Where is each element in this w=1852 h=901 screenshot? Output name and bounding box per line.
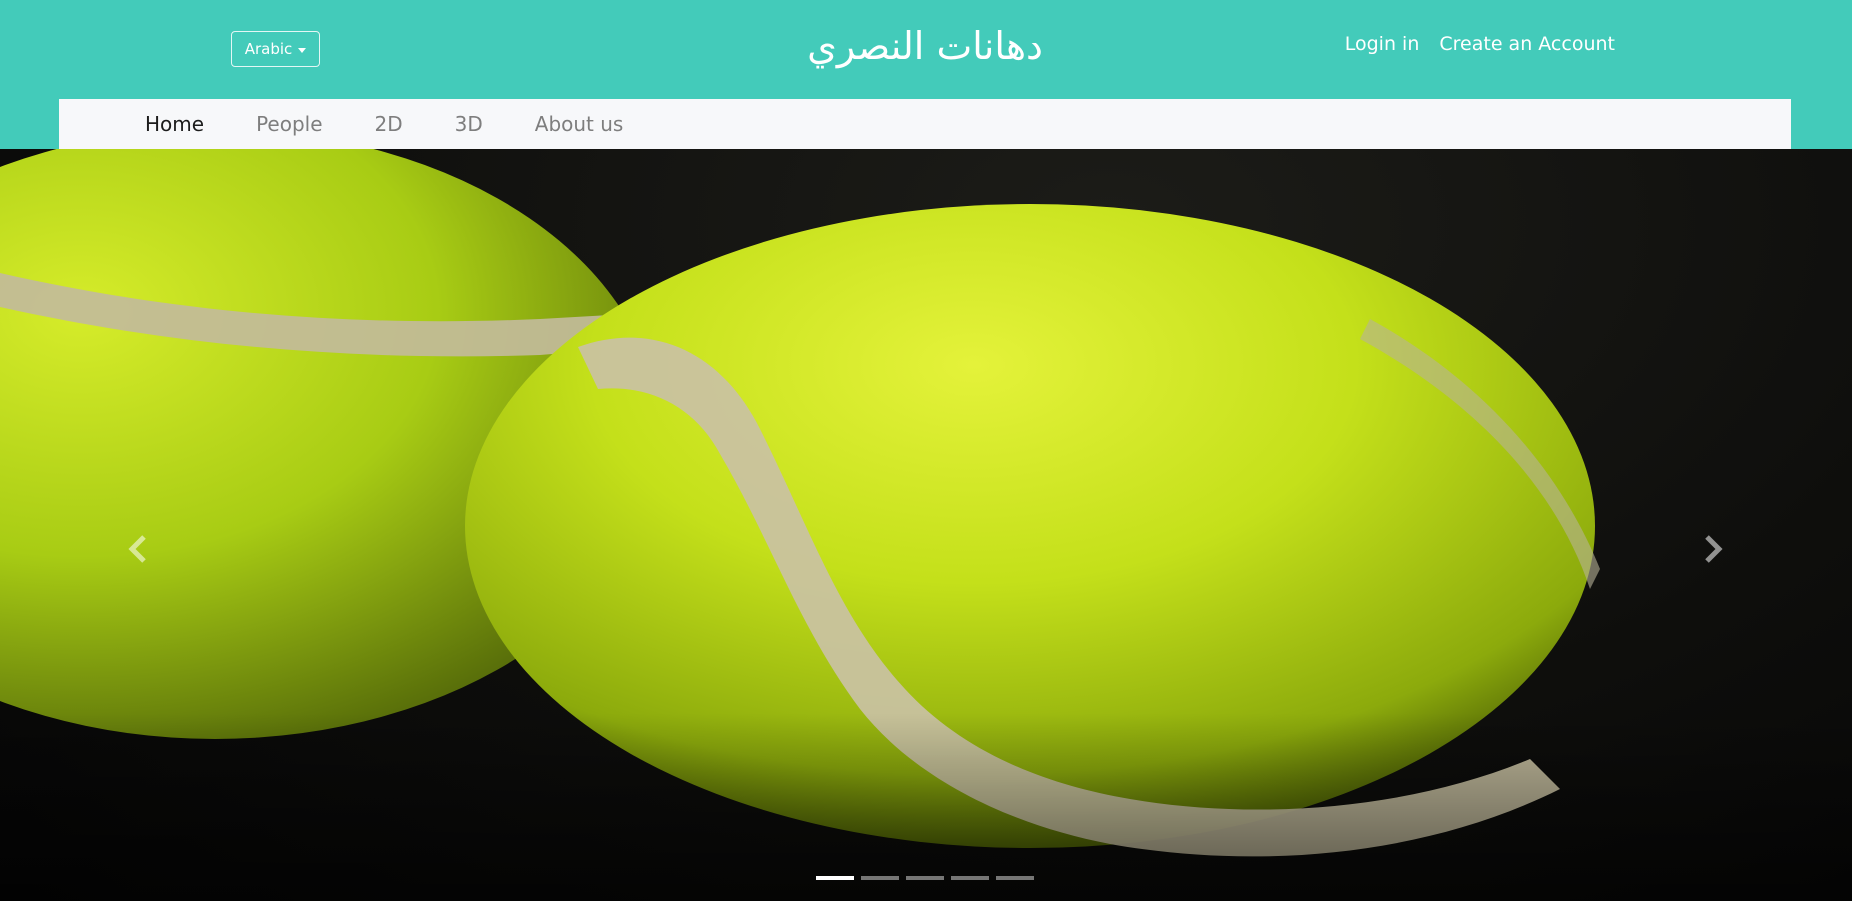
carousel-indicator-5[interactable] <box>996 876 1034 880</box>
language-dropdown-button[interactable]: Arabic <box>231 31 320 67</box>
carousel-indicator-4[interactable] <box>951 876 989 880</box>
nav-item-home[interactable]: Home <box>145 112 204 136</box>
auth-links: Login in Create an Account <box>1345 30 1615 58</box>
chevron-left-icon <box>128 535 146 563</box>
carousel-indicator-2[interactable] <box>861 876 899 880</box>
nav-item-people[interactable]: People <box>256 112 322 136</box>
nav-item-3d[interactable]: 3D <box>455 112 483 136</box>
carousel-prev-control[interactable] <box>108 509 168 589</box>
image-carousel <box>0 149 1852 901</box>
tennis-balls-slide-image <box>0 149 1852 901</box>
nav-item-2d[interactable]: 2D <box>375 112 403 136</box>
carousel-next-control[interactable] <box>1683 509 1743 589</box>
carousel-indicators <box>816 876 1034 880</box>
carousel-indicator-3[interactable] <box>906 876 944 880</box>
page: Arabic دهانات النصري Login in Create an … <box>0 0 1852 901</box>
nav-item-about-us[interactable]: About us <box>535 112 624 136</box>
caret-down-icon <box>298 47 307 53</box>
chevron-right-icon <box>1705 535 1723 563</box>
carousel-indicator-1[interactable] <box>816 876 854 880</box>
site-title: دهانات النصري <box>807 24 1043 68</box>
login-link[interactable]: Login in <box>1345 30 1420 58</box>
language-button-label: Arabic <box>244 40 293 58</box>
main-navbar: Home People 2D 3D About us <box>59 99 1791 149</box>
create-account-link[interactable]: Create an Account <box>1439 30 1615 58</box>
